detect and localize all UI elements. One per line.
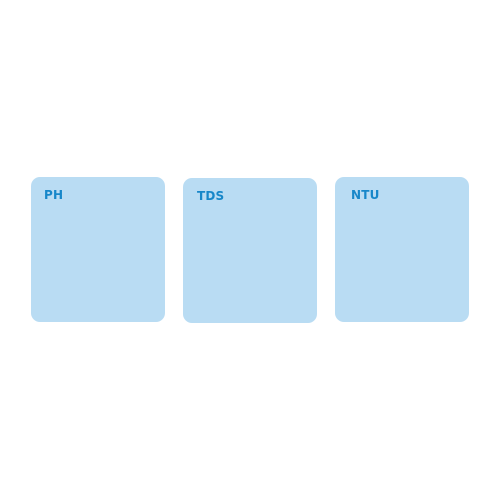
ntu-label: NTU — [351, 188, 380, 202]
tds-label: TDS — [197, 189, 225, 203]
ntu-sensor-card[interactable]: NTU — [335, 177, 469, 322]
ph-sensor-card[interactable]: PH — [31, 177, 165, 322]
ph-label: PH — [44, 188, 64, 202]
sensor-dashboard: PH TDS NTU — [0, 0, 500, 500]
tds-sensor-card[interactable]: TDS — [183, 178, 317, 323]
